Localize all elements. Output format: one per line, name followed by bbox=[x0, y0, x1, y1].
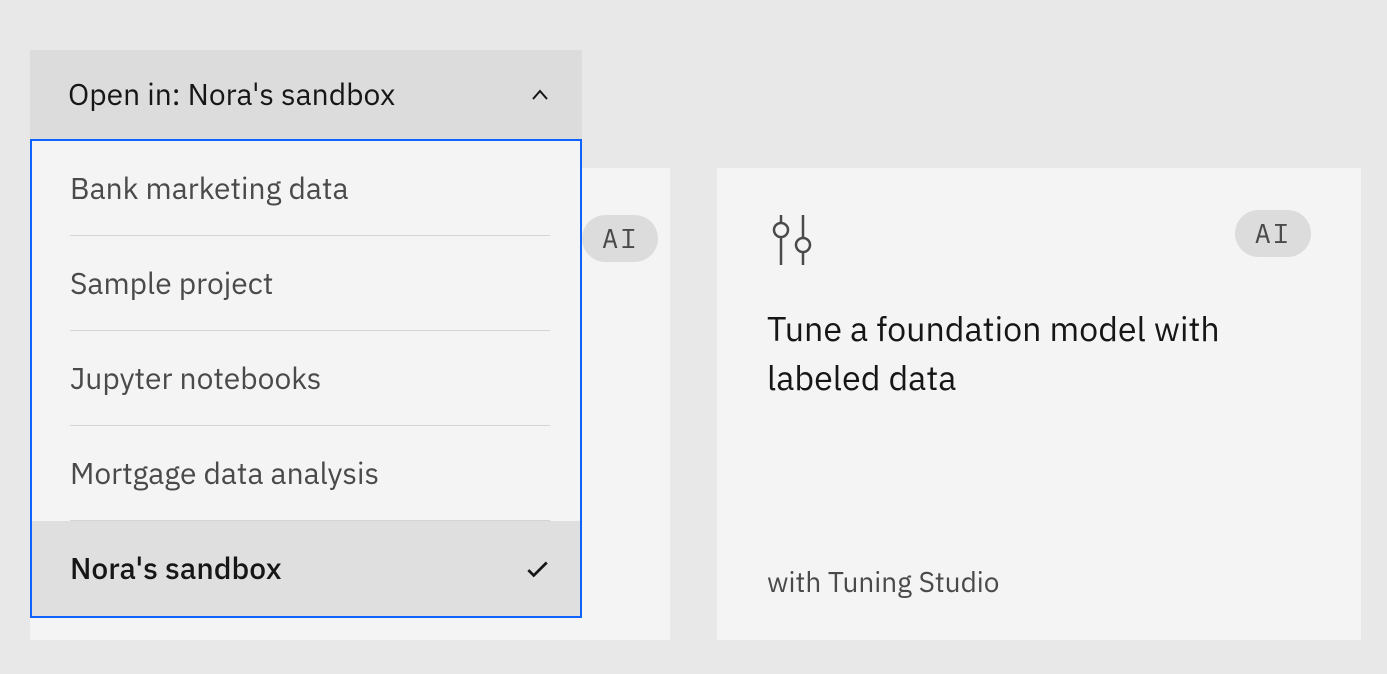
dropdown-item-label: Mortgage data analysis bbox=[70, 454, 379, 493]
card-title: Tune a foundation model with labeled dat… bbox=[767, 305, 1311, 563]
card-footer: with Tuning Studio bbox=[767, 563, 1311, 600]
dropdown-trigger[interactable]: Open in: Nora's sandbox bbox=[30, 50, 582, 139]
dropdown-label: Open in: Nora's sandbox bbox=[68, 75, 395, 114]
tune-model-card[interactable]: AI Tune a foundation model with labeled … bbox=[717, 168, 1361, 640]
dropdown-item-label: Jupyter notebooks bbox=[70, 359, 321, 398]
ai-badge: AI bbox=[582, 215, 658, 262]
dropdown-menu: Bank marketing data Sample project Jupyt… bbox=[30, 139, 582, 618]
checkmark-icon bbox=[524, 556, 550, 582]
dropdown-item-sample-project[interactable]: Sample project bbox=[32, 236, 580, 331]
dropdown-item-mortgage-data[interactable]: Mortgage data analysis bbox=[32, 426, 580, 521]
dropdown-item-label: Nora's sandbox bbox=[70, 549, 282, 588]
dropdown-item-label: Sample project bbox=[70, 264, 273, 303]
tuning-icon bbox=[767, 210, 817, 270]
dropdown-item-label: Bank marketing data bbox=[70, 169, 349, 208]
chevron-up-icon bbox=[528, 83, 552, 107]
card-header: AI bbox=[767, 210, 1311, 270]
ai-badge: AI bbox=[1235, 210, 1311, 257]
dropdown-item-jupyter-notebooks[interactable]: Jupyter notebooks bbox=[32, 331, 580, 426]
dropdown-item-noras-sandbox[interactable]: Nora's sandbox bbox=[32, 521, 580, 616]
project-selector-dropdown: Open in: Nora's sandbox Bank marketing d… bbox=[30, 50, 582, 618]
dropdown-item-bank-marketing[interactable]: Bank marketing data bbox=[32, 141, 580, 236]
